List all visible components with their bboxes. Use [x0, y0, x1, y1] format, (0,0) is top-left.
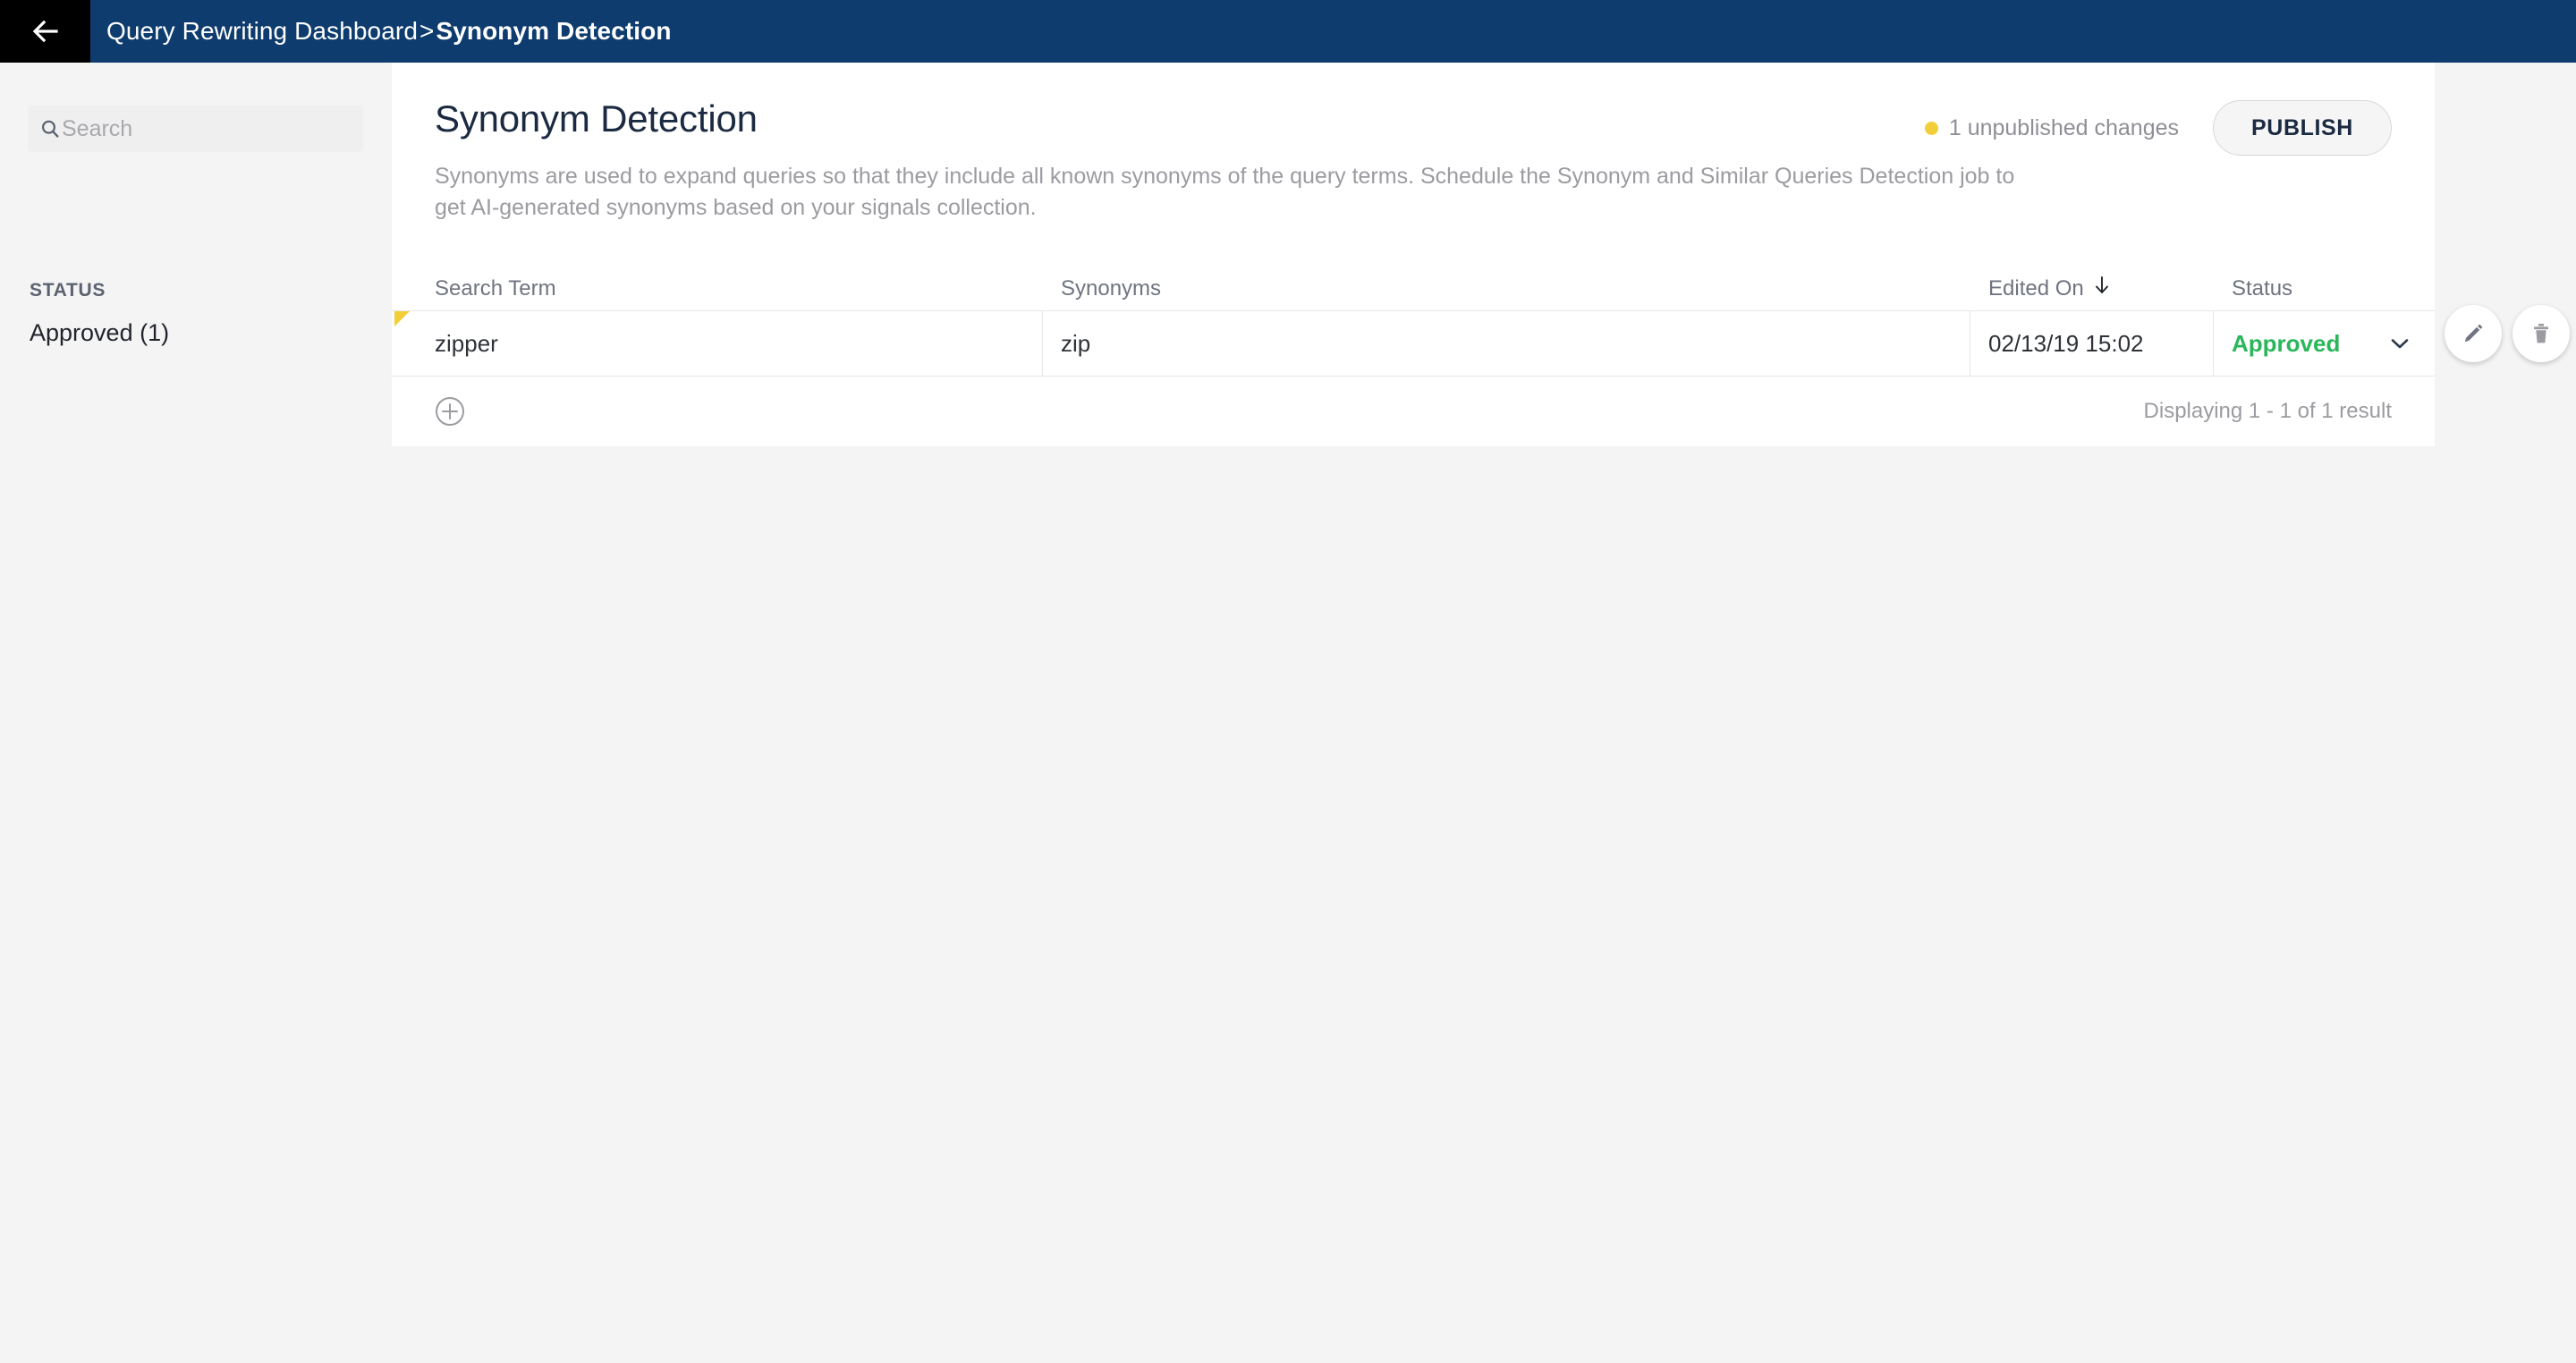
back-button[interactable]	[0, 0, 90, 63]
table-header-row: Search Term Synonyms Edited On Status	[392, 260, 2435, 310]
breadcrumb: Query Rewriting Dashboard > Synonym Dete…	[90, 0, 672, 63]
status-badge: Approved	[2232, 329, 2341, 357]
publish-button[interactable]: PUBLISH	[2213, 100, 2392, 156]
breadcrumb-root-link[interactable]: Query Rewriting Dashboard	[106, 17, 418, 46]
unpublished-changes-dot	[1924, 121, 1938, 135]
search-input[interactable]: Search	[28, 106, 363, 152]
cell-search-term: zipper	[392, 311, 1043, 377]
arrow-left-icon	[28, 13, 64, 49]
pencil-icon	[2460, 320, 2487, 347]
edit-row-button[interactable]	[2445, 305, 2502, 362]
column-header-edited-on-label: Edited On	[1988, 275, 2084, 301]
trash-icon	[2528, 320, 2555, 347]
column-header-synonyms-label: Synonyms	[1061, 276, 1162, 301]
table-row[interactable]: zipper zip 02/13/19 15:02 Approved	[392, 310, 2435, 377]
page-description: Synonyms are used to expand queries so t…	[435, 164, 2015, 220]
cell-status-dropdown[interactable]: Approved	[2214, 311, 2435, 376]
cell-edited-on: 02/13/19 15:02	[1970, 311, 2214, 377]
main-content-panel: Synonym Detection Synonyms are used to e…	[392, 63, 2435, 447]
panel-header: Synonym Detection Synonyms are used to e…	[392, 63, 2435, 223]
unpublished-changes-label: 1 unpublished changes	[1948, 114, 2179, 140]
chevron-down-icon[interactable]	[2388, 332, 2411, 355]
publish-area: 1 unpublished changes PUBLISH	[1924, 100, 2392, 156]
sort-arrow-down-icon	[2093, 275, 2111, 301]
sidebar-item-approved[interactable]: Approved (1)	[30, 319, 169, 347]
cell-synonyms: zip	[1043, 311, 1970, 377]
search-icon	[40, 119, 60, 139]
column-header-status[interactable]: Status	[2214, 276, 2435, 301]
column-header-synonyms[interactable]: Synonyms	[1043, 276, 1970, 301]
column-header-search-term[interactable]: Search Term	[392, 276, 1043, 301]
top-navigation-bar: Query Rewriting Dashboard > Synonym Dete…	[0, 0, 2576, 63]
sidebar: Search STATUS Approved (1)	[0, 63, 392, 1363]
column-header-status-label: Status	[2232, 276, 2293, 301]
result-count-label: Displaying 1 - 1 of 1 result	[2143, 399, 2392, 424]
column-header-search-term-label: Search Term	[435, 276, 556, 301]
breadcrumb-current-page: Synonym Detection	[436, 17, 672, 45]
row-action-buttons	[2445, 305, 2570, 362]
table-footer: Displaying 1 - 1 of 1 result	[392, 377, 2435, 447]
delete-row-button[interactable]	[2512, 305, 2570, 362]
column-header-edited-on[interactable]: Edited On	[1970, 275, 2214, 301]
synonyms-table: Search Term Synonyms Edited On Status zi…	[392, 260, 2435, 447]
search-placeholder-text: Search	[62, 115, 133, 141]
facet-heading-status: STATUS	[30, 280, 106, 301]
add-row-button[interactable]	[435, 396, 465, 427]
breadcrumb-separator: >	[419, 17, 435, 45]
